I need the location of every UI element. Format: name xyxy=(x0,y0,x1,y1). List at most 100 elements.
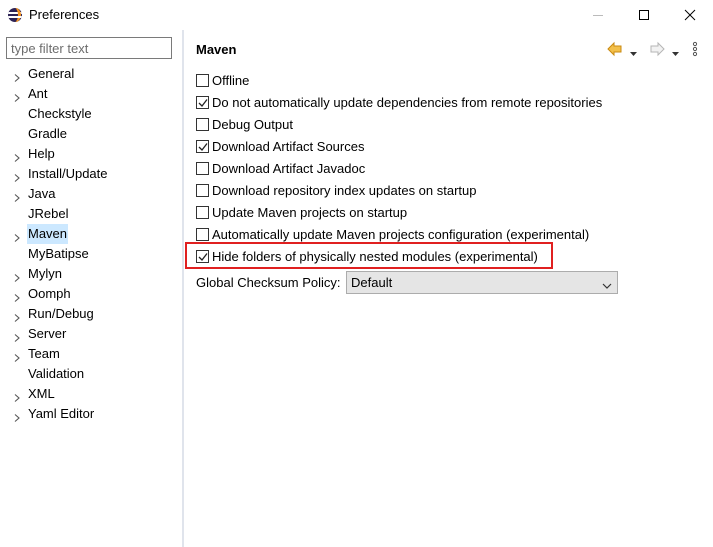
forward-menu-icon[interactable] xyxy=(672,45,680,60)
preferences-tree: General Ant Checkstyle Gradle Help Install/Up… xyxy=(0,64,182,424)
option-row[interactable]: Download Artifact Sources xyxy=(196,136,706,158)
title-bar: Preferences xyxy=(0,0,713,30)
chevron-right-icon[interactable] xyxy=(12,169,22,182)
checksum-policy-label: Global Checksum Policy: xyxy=(196,275,341,290)
view-menu-icon[interactable] xyxy=(692,41,698,60)
checksum-policy-row: Global Checksum Policy: Default xyxy=(196,271,626,295)
eclipse-icon xyxy=(8,8,22,22)
tree-item-label: Run/Debug xyxy=(28,306,94,321)
filter-input[interactable] xyxy=(6,37,172,59)
tree-item-label: Mylyn xyxy=(28,266,62,281)
checkmark-icon xyxy=(198,99,208,107)
option-checkbox[interactable] xyxy=(196,206,209,219)
tree-item-label: Gradle xyxy=(28,126,68,141)
chevron-right-icon[interactable] xyxy=(12,189,22,202)
tree-item-label: Help xyxy=(28,146,55,161)
tree-item[interactable]: Ant xyxy=(0,84,182,104)
page-navigation xyxy=(606,40,706,58)
option-checkbox[interactable] xyxy=(196,162,209,175)
option-row[interactable]: Debug Output xyxy=(196,114,706,136)
maven-options: Offline Do not automatically update depen… xyxy=(196,70,706,268)
tree-item-label: Maven xyxy=(27,224,69,244)
option-row[interactable]: Download Artifact Javadoc xyxy=(196,158,706,180)
checkmark-icon xyxy=(198,143,208,151)
tree-item-label: General xyxy=(28,66,75,81)
option-checkbox[interactable] xyxy=(196,96,209,109)
chevron-right-icon[interactable] xyxy=(12,229,22,242)
tree-item-label: Server xyxy=(28,326,67,341)
tree-item[interactable]: Oomph xyxy=(0,284,182,304)
tree-item[interactable]: Run/Debug xyxy=(0,304,182,324)
panel-divider[interactable] xyxy=(182,30,184,547)
maximize-icon xyxy=(639,10,649,20)
chevron-right-icon[interactable] xyxy=(12,309,22,322)
tree-item-label: XML xyxy=(28,386,55,401)
chevron-right-icon[interactable] xyxy=(12,329,22,342)
minimize-icon xyxy=(593,15,603,16)
chevron-right-icon[interactable] xyxy=(12,89,22,102)
option-label: Do not automatically update dependencies… xyxy=(212,95,603,110)
option-row[interactable]: Offline xyxy=(196,70,706,92)
chevron-right-icon[interactable] xyxy=(12,409,22,422)
chevron-right-icon[interactable] xyxy=(12,269,22,282)
tree-item[interactable]: Checkstyle xyxy=(0,104,182,124)
option-label: Download Artifact Javadoc xyxy=(212,161,366,176)
option-label: Automatically update Maven projects conf… xyxy=(212,227,590,242)
tree-item[interactable]: Java xyxy=(0,184,182,204)
checksum-policy-value: Default xyxy=(351,275,393,290)
tree-item-label: Validation xyxy=(28,366,85,381)
option-label: Debug Output xyxy=(212,117,293,132)
close-icon xyxy=(684,9,696,21)
tree-item-label: Java xyxy=(28,186,56,201)
tree-item[interactable]: General xyxy=(0,64,182,84)
tree-item[interactable]: MyBatipse xyxy=(0,244,182,264)
chevron-right-icon[interactable] xyxy=(12,289,22,302)
chevron-right-icon[interactable] xyxy=(12,149,22,162)
option-checkbox[interactable] xyxy=(196,184,209,197)
checksum-policy-select[interactable]: Default xyxy=(346,271,618,294)
option-row[interactable]: Do not automatically update dependencies… xyxy=(196,92,706,114)
tree-item[interactable]: Maven xyxy=(0,224,182,244)
tree-item[interactable]: Help xyxy=(0,144,182,164)
back-arrow-icon[interactable] xyxy=(606,40,624,61)
chevron-down-icon xyxy=(602,278,612,294)
tree-item[interactable]: Validation xyxy=(0,364,182,384)
tree-item-label: Yaml Editor xyxy=(28,406,95,421)
tree-item-label: Ant xyxy=(28,86,48,101)
window-title: Preferences xyxy=(29,7,100,22)
option-row[interactable]: Download repository index updates on sta… xyxy=(196,180,706,202)
tree-item[interactable]: JRebel xyxy=(0,204,182,224)
tree-item-label: Install/Update xyxy=(28,166,108,181)
tree-item-label: JRebel xyxy=(28,206,69,221)
chevron-right-icon[interactable] xyxy=(12,389,22,402)
tree-item[interactable]: Install/Update xyxy=(0,164,182,184)
option-label: Offline xyxy=(212,73,250,88)
close-button[interactable] xyxy=(667,0,713,30)
tree-item-label: MyBatipse xyxy=(28,246,89,261)
option-checkbox[interactable] xyxy=(196,74,209,87)
tree-item[interactable]: Gradle xyxy=(0,124,182,144)
tree-item-label: Oomph xyxy=(28,286,71,301)
chevron-right-icon[interactable] xyxy=(12,69,22,82)
option-checkbox[interactable] xyxy=(196,140,209,153)
tree-item[interactable]: Team xyxy=(0,344,182,364)
tree-item[interactable]: Server xyxy=(0,324,182,344)
tree-item-label: Team xyxy=(28,346,60,361)
preferences-nav-panel: General Ant Checkstyle Gradle Help Install/Up… xyxy=(0,30,183,547)
chevron-right-icon[interactable] xyxy=(12,349,22,362)
page-title: Maven xyxy=(196,42,237,57)
highlight-annotation xyxy=(185,242,553,269)
option-checkbox[interactable] xyxy=(196,118,209,131)
tree-item-label: Checkstyle xyxy=(28,106,92,121)
option-row[interactable]: Update Maven projects on startup xyxy=(196,202,706,224)
back-menu-icon[interactable] xyxy=(630,45,638,60)
tree-item[interactable]: Mylyn xyxy=(0,264,182,284)
tree-item[interactable]: Yaml Editor xyxy=(0,404,182,424)
forward-arrow-icon[interactable] xyxy=(648,40,666,61)
minimize-button[interactable] xyxy=(575,0,621,30)
maximize-button[interactable] xyxy=(621,0,667,30)
option-checkbox[interactable] xyxy=(196,228,209,241)
option-label: Download Artifact Sources xyxy=(212,139,365,154)
tree-item[interactable]: XML xyxy=(0,384,182,404)
option-label: Download repository index updates on sta… xyxy=(212,183,477,198)
